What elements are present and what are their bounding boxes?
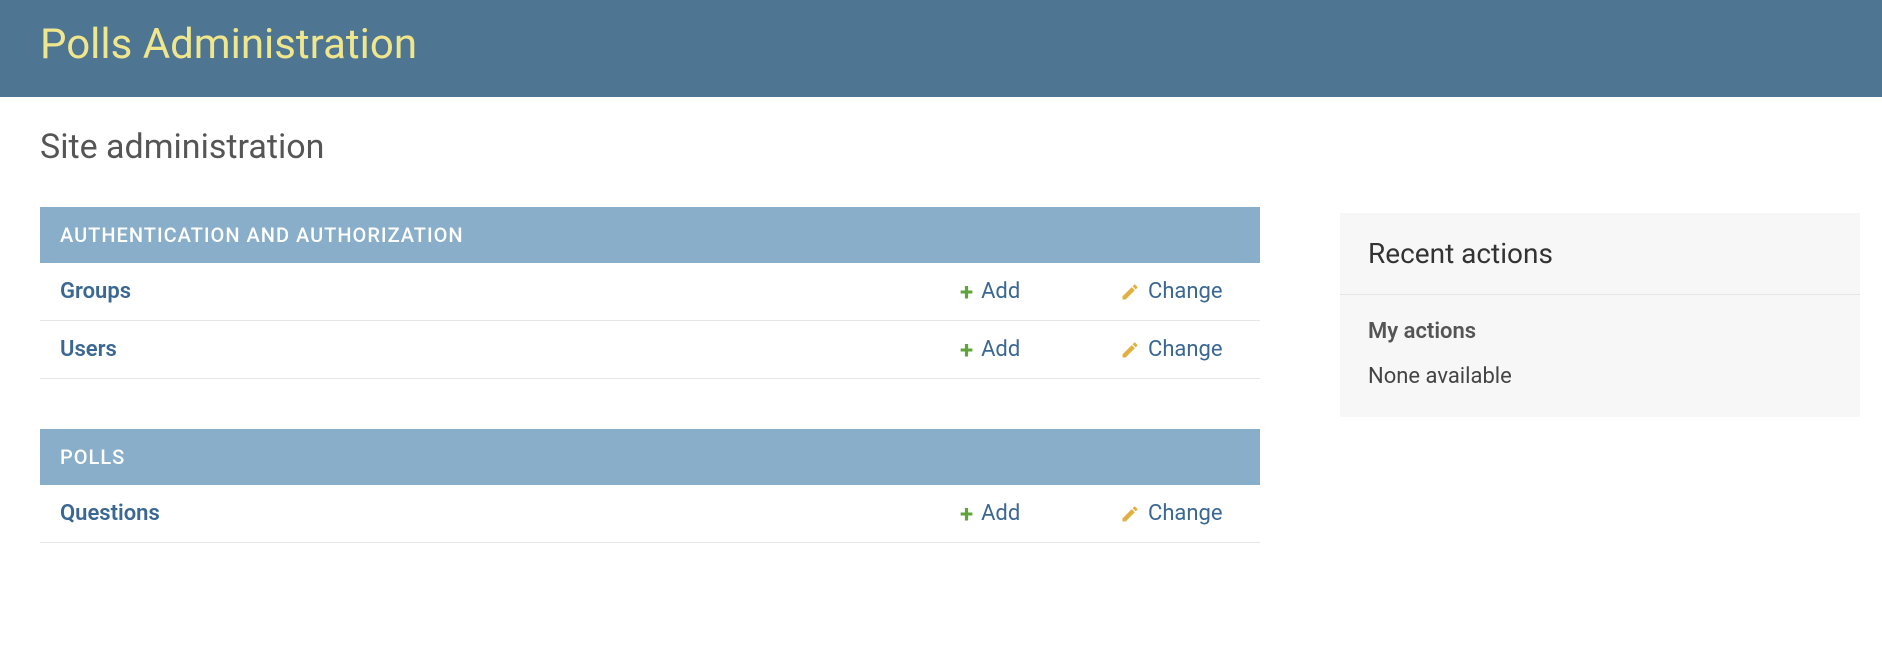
- add-link-questions[interactable]: + Add: [960, 501, 1080, 526]
- pencil-icon: [1120, 340, 1140, 360]
- app-section-polls: POLLS Questions + Add Change: [40, 429, 1260, 543]
- model-row-users: Users + Add Change: [40, 321, 1260, 379]
- recent-actions-empty: None available: [1340, 354, 1860, 417]
- content: Site administration AUTHENTICATION AND A…: [0, 97, 1882, 623]
- plus-icon: +: [960, 280, 973, 304]
- my-actions-subtitle: My actions: [1340, 295, 1860, 354]
- pencil-icon: [1120, 504, 1140, 524]
- add-link-users[interactable]: + Add: [960, 337, 1080, 362]
- add-label: Add: [981, 279, 1020, 304]
- header: Polls Administration: [0, 0, 1882, 97]
- site-title[interactable]: Polls Administration: [40, 20, 1842, 69]
- app-section-auth: AUTHENTICATION AND AUTHORIZATION Groups …: [40, 207, 1260, 379]
- recent-actions-title: Recent actions: [1340, 213, 1860, 295]
- change-label: Change: [1148, 337, 1223, 362]
- model-row-groups: Groups + Add Change: [40, 263, 1260, 321]
- model-link-users[interactable]: Users: [60, 337, 920, 362]
- model-link-questions[interactable]: Questions: [60, 501, 920, 526]
- model-row-questions: Questions + Add Change: [40, 485, 1260, 543]
- pencil-icon: [1120, 282, 1140, 302]
- add-label: Add: [981, 337, 1020, 362]
- sidebar-column: Recent actions My actions None available: [1340, 213, 1860, 593]
- add-label: Add: [981, 501, 1020, 526]
- plus-icon: +: [960, 502, 973, 526]
- change-link-users[interactable]: Change: [1120, 337, 1240, 362]
- page-heading: Site administration: [40, 127, 1260, 167]
- section-header-auth[interactable]: AUTHENTICATION AND AUTHORIZATION: [40, 207, 1260, 263]
- model-link-groups[interactable]: Groups: [60, 279, 920, 304]
- change-label: Change: [1148, 501, 1223, 526]
- change-link-groups[interactable]: Change: [1120, 279, 1240, 304]
- change-label: Change: [1148, 279, 1223, 304]
- plus-icon: +: [960, 338, 973, 362]
- recent-actions-panel: Recent actions My actions None available: [1340, 213, 1860, 417]
- add-link-groups[interactable]: + Add: [960, 279, 1080, 304]
- section-header-polls[interactable]: POLLS: [40, 429, 1260, 485]
- main-column: Site administration AUTHENTICATION AND A…: [40, 127, 1260, 593]
- change-link-questions[interactable]: Change: [1120, 501, 1240, 526]
